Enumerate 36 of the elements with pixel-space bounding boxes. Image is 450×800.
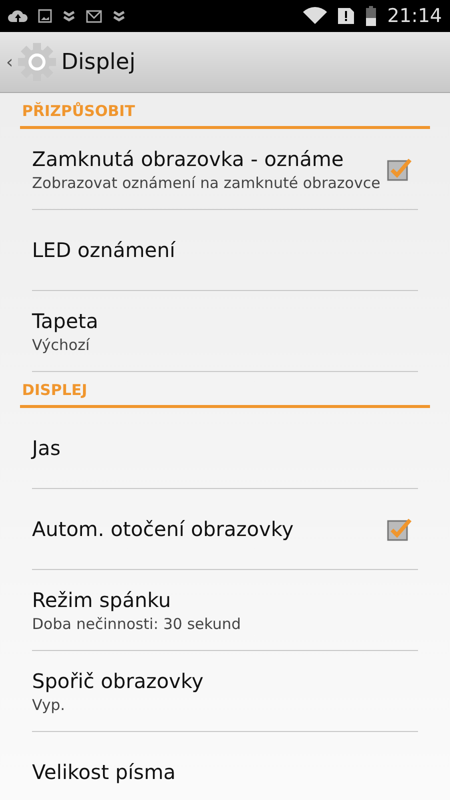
settings-item[interactable]: Velikost písma xyxy=(32,732,418,800)
settings-item[interactable]: Tapeta Výchozí xyxy=(32,291,418,372)
settings-icon xyxy=(17,42,58,82)
settings-item[interactable]: LED oznámení xyxy=(32,210,418,291)
settings-item[interactable]: Autom. otočení obrazovky xyxy=(32,489,418,570)
battery-icon xyxy=(365,6,378,26)
chevrons-icon xyxy=(62,9,76,23)
item-title: Autom. otočení obrazovky xyxy=(32,517,295,541)
section-header: DISPLEJ xyxy=(20,372,430,408)
mail-icon xyxy=(86,10,102,22)
checkbox[interactable] xyxy=(386,516,412,542)
settings-item[interactable]: Zamknutá obrazovka - oznáme Zobrazovat oznámení na zamknuté obrazovce xyxy=(32,129,418,210)
sim-alert-icon xyxy=(337,7,356,25)
item-title: Spořič obrazovky xyxy=(32,668,204,692)
back-button[interactable]: ‹ xyxy=(6,52,14,72)
wifi-icon xyxy=(303,7,328,25)
settings-item[interactable]: Spořič obrazovky Vyp. xyxy=(32,651,418,732)
item-title: Režim spánku xyxy=(32,588,172,612)
item-summary: Zobrazovat oznámení na zamknuté obrazovce xyxy=(32,174,382,192)
item-summary: Výchozí xyxy=(32,336,91,354)
item-title: Velikost písma xyxy=(32,760,177,784)
item-summary: Doba nečinnosti: 30 sekund xyxy=(32,614,242,632)
section-header: PŘIZPŮSOBIT xyxy=(20,93,430,129)
clock-time: 21:14 xyxy=(387,5,442,27)
settings-item[interactable]: Jas xyxy=(32,408,418,489)
item-title: Tapeta xyxy=(32,308,100,332)
cloud-upload-icon xyxy=(8,8,28,24)
checkbox[interactable] xyxy=(386,156,412,182)
item-summary: Vyp. xyxy=(32,696,66,714)
settings-item[interactable]: Režim spánku Doba nečinnosti: 30 sekund xyxy=(32,570,418,651)
item-title: LED oznámení xyxy=(32,238,176,262)
image-icon xyxy=(38,9,52,23)
item-title: Zamknutá obrazovka - oznáme xyxy=(32,146,345,170)
screen-title: Displej xyxy=(61,50,136,74)
item-title: Jas xyxy=(32,436,62,460)
chevrons-icon xyxy=(112,9,126,23)
